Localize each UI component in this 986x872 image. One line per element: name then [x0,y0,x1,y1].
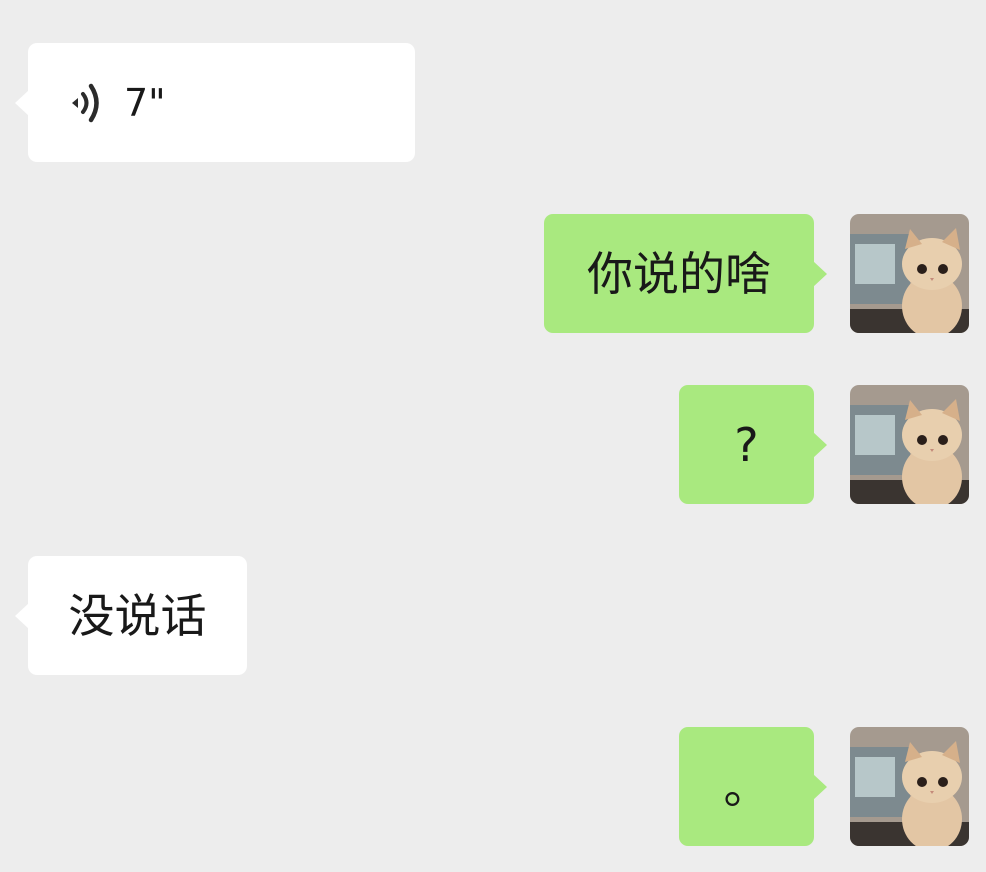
chat-history: 7" 你说的啥 ? 没说话 。 [0,0,986,872]
incoming-message-bubble[interactable]: 没说话 [15,556,247,675]
cat-avatar-icon [850,214,969,333]
voice-duration: 7" [124,80,166,125]
user-avatar[interactable] [850,727,969,846]
voice-wave-icon [68,78,104,128]
voice-message-bubble[interactable]: 7" [15,43,415,162]
outgoing-message-bubble[interactable]: 。 [679,727,827,846]
cat-avatar-icon [850,727,969,846]
user-avatar[interactable] [850,385,969,504]
message-text: 你说的啥 [587,246,771,301]
message-text: ? [734,417,759,472]
message-text: 。 [723,759,770,814]
message-text: 没说话 [68,588,207,643]
outgoing-message-bubble[interactable]: 你说的啥 [544,214,827,333]
outgoing-message-bubble[interactable]: ? [679,385,827,504]
user-avatar[interactable] [850,214,969,333]
cat-avatar-icon [850,385,969,504]
